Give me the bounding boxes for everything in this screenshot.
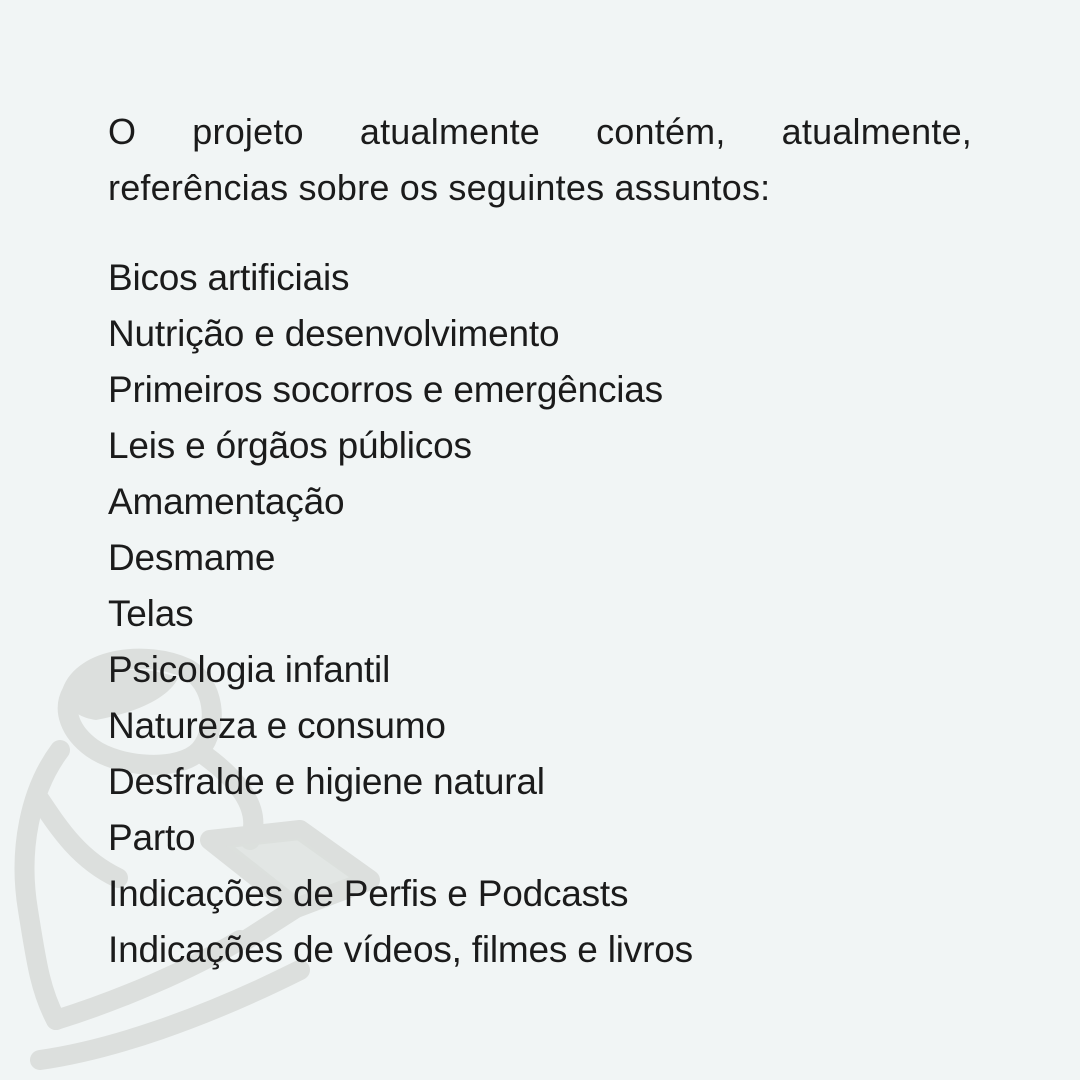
list-item: Natureza e consumo: [108, 705, 446, 746]
list-item: Desfralde e higiene natural: [108, 761, 545, 802]
list-item: Leis e órgãos públicos: [108, 425, 472, 466]
topics-list: Bicos artificiais Nutrição e desenvolvim…: [108, 250, 972, 978]
list-item: Bicos artificiais: [108, 257, 350, 298]
list-item: Primeiros socorros e emergências: [108, 369, 663, 410]
list-item: Nutrição e desenvolvimento: [108, 313, 560, 354]
list-item: Indicações de Perfis e Podcasts: [108, 873, 629, 914]
content: O projeto atualmente contém, atualmente,…: [108, 104, 972, 978]
list-item: Telas: [108, 593, 194, 634]
list-item: Amamentação: [108, 481, 345, 522]
intro-paragraph: O projeto atualmente contém, atualmente,…: [108, 111, 972, 208]
list-item: Desmame: [108, 537, 276, 578]
list-item: Indicações de vídeos, filmes e livros: [108, 929, 693, 970]
list-item: Psicologia infantil: [108, 649, 391, 690]
list-item: Parto: [108, 817, 196, 858]
